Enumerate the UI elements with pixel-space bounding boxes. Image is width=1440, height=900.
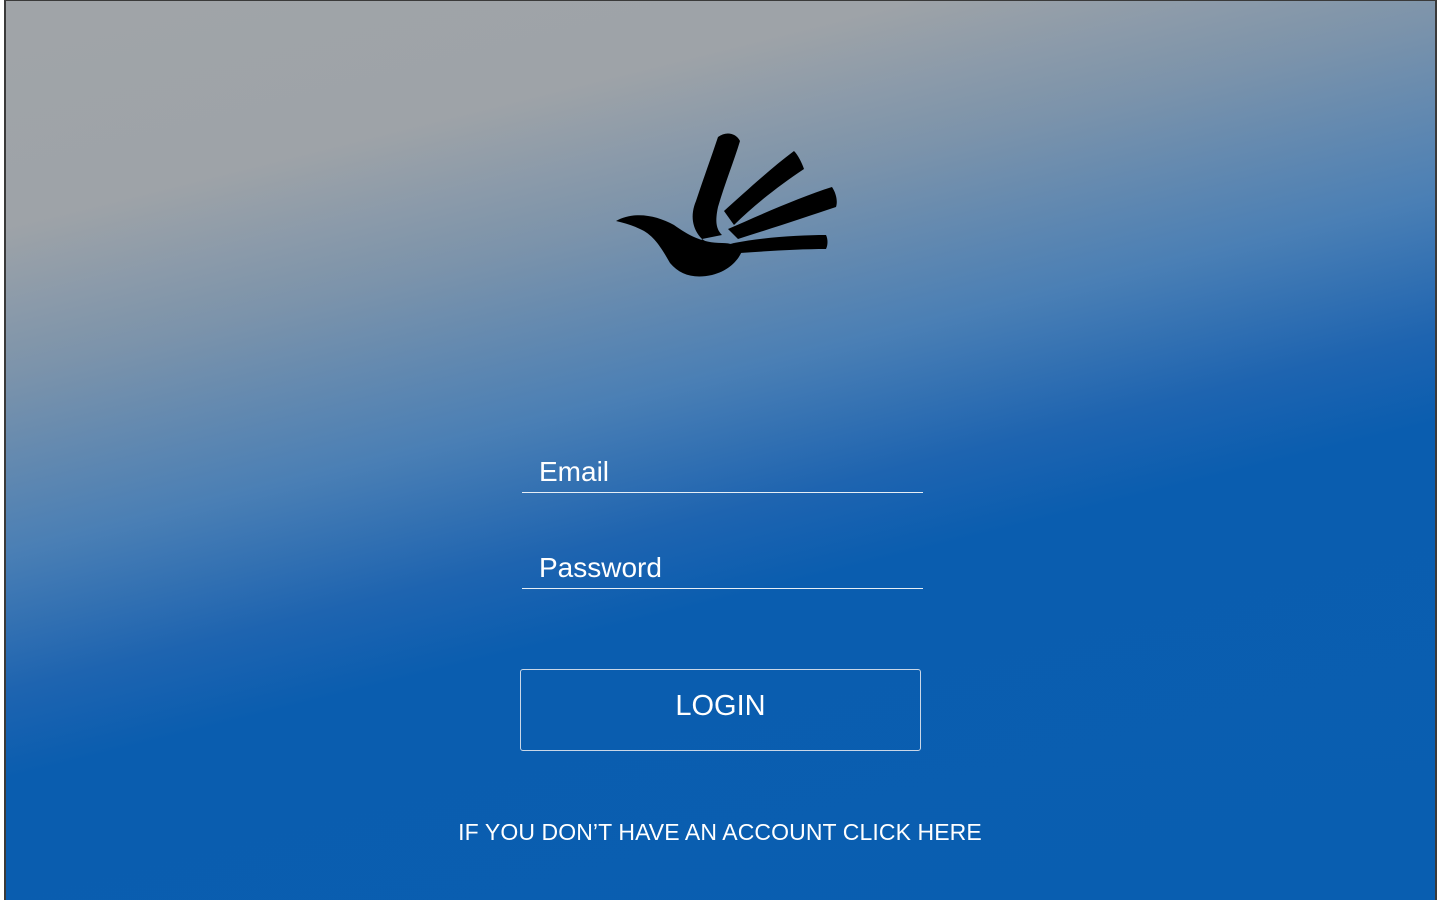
- hand-dove-icon: [616, 133, 837, 277]
- password-field[interactable]: Password: [522, 544, 923, 589]
- password-label: Password: [539, 552, 662, 583]
- email-label: Email: [539, 456, 610, 487]
- signup-link[interactable]: IF YOU DON’T HAVE AN ACCOUNT CLICK HERE: [420, 819, 1020, 846]
- login-screen: Email Password LOGIN IF YOU DON’T HAVE A…: [4, 0, 1437, 900]
- login-button[interactable]: LOGIN: [520, 669, 921, 751]
- email-field[interactable]: Email: [522, 448, 923, 493]
